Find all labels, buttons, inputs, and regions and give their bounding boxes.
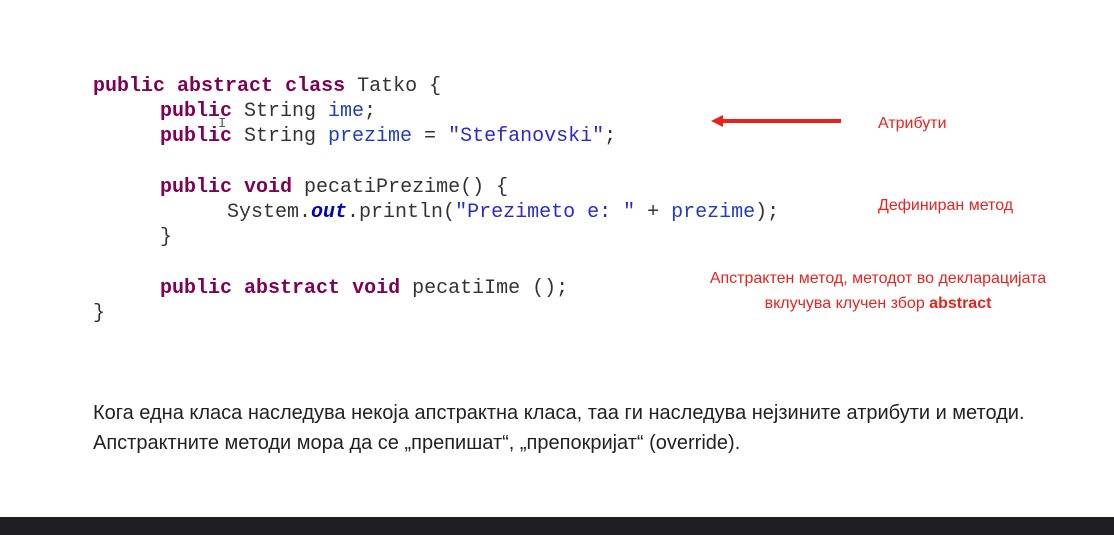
abstract-method-signature: pecatiIme (); <box>400 277 569 300</box>
field-prezime-ref: prezime <box>671 201 756 224</box>
assign: = <box>412 125 449 148</box>
semicolon: ; <box>364 100 377 123</box>
annotation-abstract-line2: вклучува клучен збор <box>764 295 930 312</box>
slide-page: public abstract class Tatko { public Str… <box>0 0 1114 535</box>
keyword-public: public <box>160 277 233 300</box>
code-line-class-declaration: public abstract class Tatko { <box>93 74 441 99</box>
closing-brace: } <box>160 226 173 249</box>
static-out: out <box>311 201 348 224</box>
footer-bar <box>0 517 1114 535</box>
class-name: Tatko { <box>345 75 442 98</box>
code-line-class-close: } <box>93 301 105 326</box>
type-string: String <box>232 100 329 123</box>
keyword-void: void <box>352 277 401 300</box>
annotation-attributes: Атрибути <box>878 115 947 132</box>
keyword-class: class <box>285 75 346 98</box>
keyword-public: public <box>160 176 233 199</box>
field-ime: ime <box>328 100 365 123</box>
concat-operator: + <box>635 201 672 224</box>
explanation-paragraph: Кога една класа наследува некоја апстрак… <box>93 402 1025 454</box>
text-cursor-icon: I <box>218 116 227 132</box>
field-prezime: prezime <box>328 125 413 148</box>
code-line-method-close: } <box>160 225 172 250</box>
code-line-field-ime: public String ime; <box>160 99 376 124</box>
call-end: ); <box>755 201 780 224</box>
string-literal: "Stefanovski" <box>448 125 605 148</box>
left-arrow-icon <box>711 115 841 127</box>
code-line-field-prezime: public String prezime = "Stefanovski"; <box>160 124 616 149</box>
code-line-println: System.out.println("Prezimeto e: " + pre… <box>227 200 779 225</box>
code-line-abstract-method: public abstract void pecatiIme (); <box>160 276 568 301</box>
keyword-public: public <box>93 75 166 98</box>
method-signature: pecatiPrezime() { <box>292 176 509 199</box>
keyword-abstract: abstract <box>244 277 341 300</box>
annotation-defined-method: Дефиниран метод <box>878 197 1014 214</box>
closing-brace: } <box>93 302 106 325</box>
type-string: String <box>232 125 329 148</box>
semicolon: ; <box>604 125 617 148</box>
annotation-abstract-method: Апстрактен метод, методот во декларација… <box>672 266 1084 316</box>
keyword-void: void <box>244 176 293 199</box>
system-class: System. <box>227 201 312 224</box>
annotation-abstract-keyword: abstract <box>929 295 992 312</box>
string-literal: "Prezimeto e: " <box>455 201 636 224</box>
println-call: .println( <box>347 201 456 224</box>
keyword-abstract: abstract <box>177 75 274 98</box>
annotation-abstract-line1: Апстрактен метод, методот во декларација… <box>709 270 1047 287</box>
code-line-method-declaration: public void pecatiPrezime() { <box>160 175 508 200</box>
